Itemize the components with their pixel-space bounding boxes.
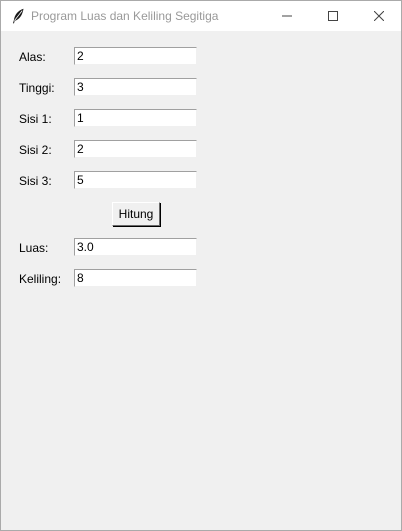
feather-icon	[11, 8, 25, 24]
tinggi-input[interactable]	[74, 78, 197, 96]
minimize-icon	[282, 15, 292, 17]
app-window: Program Luas dan Keliling Segitiga Alas:…	[0, 0, 402, 531]
alas-label: Alas:	[19, 50, 46, 64]
sisi1-label: Sisi 1:	[19, 112, 52, 126]
sisi3-label: Sisi 3:	[19, 174, 52, 188]
sisi1-input[interactable]	[74, 109, 197, 127]
sisi2-input[interactable]	[74, 140, 197, 158]
close-button[interactable]	[356, 1, 402, 31]
keliling-output[interactable]	[74, 269, 197, 287]
tinggi-label: Tinggi:	[19, 81, 55, 95]
minimize-button[interactable]	[264, 1, 310, 31]
hitung-button[interactable]: Hitung	[112, 202, 160, 226]
keliling-label: Keliling:	[19, 272, 62, 286]
window-title: Program Luas dan Keliling Segitiga	[31, 9, 219, 23]
sisi3-input[interactable]	[74, 171, 197, 189]
close-icon	[374, 11, 384, 21]
maximize-icon	[328, 11, 338, 21]
luas-label: Luas:	[19, 241, 49, 255]
maximize-button[interactable]	[310, 1, 356, 31]
luas-output[interactable]	[74, 238, 197, 256]
title-bar[interactable]: Program Luas dan Keliling Segitiga	[1, 1, 401, 31]
sisi2-label: Sisi 2:	[19, 143, 52, 157]
alas-input[interactable]	[74, 47, 197, 65]
